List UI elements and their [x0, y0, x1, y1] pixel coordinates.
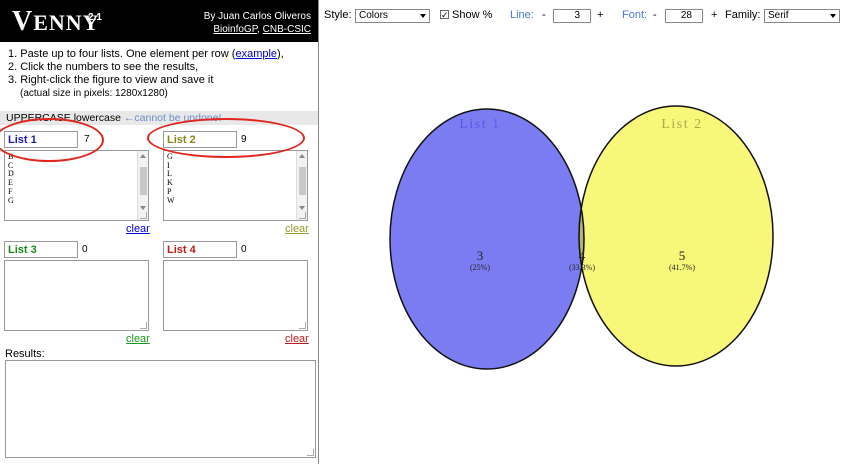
font-label: Font:	[622, 9, 648, 21]
list3-name-input[interactable]: List 3	[4, 241, 78, 258]
list1-item: F	[8, 186, 13, 196]
list1-circle[interactable]	[390, 109, 584, 369]
list2-resize-handle[interactable]	[299, 212, 306, 219]
app-version: 2.1	[88, 12, 102, 23]
list1-item: G	[8, 195, 14, 205]
author-credit: By Juan Carlos Oliveros BioinfoGP, CNB-C…	[203, 11, 311, 35]
both-lists-percent: (33.3%)	[569, 263, 595, 272]
app-header: VENNY 2.1 By Juan Carlos Oliveros Bioinf…	[0, 0, 318, 42]
font-family-select[interactable]: Serif	[764, 9, 840, 23]
annotation-oval-list2	[147, 118, 305, 158]
chevron-down-icon	[420, 14, 426, 18]
show-percent-label: Show %	[452, 9, 493, 21]
only-list2-percent: (41.7%)	[669, 263, 695, 272]
only-list2-count[interactable]: 5	[679, 248, 686, 263]
list2-scrollbar[interactable]	[296, 151, 307, 220]
list3-clear-link[interactable]: clear	[126, 333, 150, 345]
list2-item: P	[167, 186, 172, 196]
venn-diagram[interactable]: List 1 List 2 3 (25%) 4 (33.3%) 5 (41.7%…	[320, 30, 850, 464]
list3-count: 0	[82, 244, 88, 255]
style-label: Style:	[324, 9, 352, 21]
only-list1-count[interactable]: 3	[477, 248, 484, 263]
chevron-down-icon	[830, 14, 836, 18]
author-name: By Juan Carlos Oliveros	[203, 11, 311, 22]
list4-name-input[interactable]: List 4	[163, 241, 237, 258]
instructions: 1. Paste up to four lists. One element p…	[8, 48, 316, 100]
line-increase-button[interactable]: +	[597, 9, 603, 21]
font-increase-button[interactable]: +	[711, 9, 717, 21]
list1-item: D	[8, 169, 14, 179]
app-logo: VENNY	[12, 6, 100, 37]
list1-resize-handle[interactable]	[140, 212, 147, 219]
results-textarea[interactable]	[5, 360, 316, 458]
family-label: Family:	[725, 9, 761, 21]
list2-clear-link[interactable]: clear	[285, 223, 309, 235]
list2-item: I	[167, 160, 170, 170]
figure-toolbar: Style: Colors ✓ Show % Line: - 3 + Font:…	[320, 6, 850, 28]
list2-item: K	[167, 178, 173, 188]
actual-size-note: (actual size in pixels: 1280x1280)	[20, 88, 168, 99]
list1-textarea[interactable]: BCDEFG	[4, 150, 149, 221]
list4-resize-handle[interactable]	[299, 322, 306, 329]
example-link[interactable]: example	[235, 48, 277, 60]
input-panel: VENNY 2.1 By Juan Carlos Oliveros Bioinf…	[0, 0, 319, 464]
list1-item: C	[8, 160, 14, 170]
bioinfogp-link[interactable]: BioinfoGP	[213, 24, 257, 35]
list2-circle[interactable]	[579, 106, 773, 366]
list4-textarea[interactable]	[163, 260, 308, 331]
list1-scrollbar[interactable]	[137, 151, 148, 220]
list2-item: W	[167, 195, 175, 205]
font-decrease-button[interactable]: -	[653, 9, 657, 21]
list2-textarea[interactable]: GILKPW	[163, 150, 308, 221]
font-size-input[interactable]: 28	[665, 9, 703, 23]
list1-item: E	[8, 178, 13, 188]
list1-title: List 1	[459, 117, 500, 132]
list3-resize-handle[interactable]	[140, 322, 147, 329]
venn-figure[interactable]: List 1 List 2 3 (25%) 4 (33.3%) 5 (41.7%…	[320, 30, 850, 464]
line-decrease-button[interactable]: -	[542, 9, 546, 21]
style-select[interactable]: Colors	[355, 9, 430, 23]
list3-textarea[interactable]	[4, 260, 149, 331]
cnb-csic-link[interactable]: CNB-CSIC	[263, 24, 311, 35]
results-label: Results:	[5, 348, 45, 360]
only-list1-percent: (25%)	[470, 263, 490, 272]
list2-title: List 2	[661, 117, 702, 132]
list2-item: L	[167, 169, 172, 179]
results-resize-handle[interactable]	[307, 449, 314, 456]
list4-count: 0	[241, 244, 247, 255]
list1-clear-link[interactable]: clear	[126, 223, 150, 235]
line-width-input[interactable]: 3	[553, 9, 591, 23]
both-lists-count[interactable]: 4	[579, 248, 586, 263]
line-label: Line:	[510, 9, 534, 21]
list4-clear-link[interactable]: clear	[285, 333, 309, 345]
show-percent-checkbox[interactable]: ✓	[440, 10, 449, 20]
